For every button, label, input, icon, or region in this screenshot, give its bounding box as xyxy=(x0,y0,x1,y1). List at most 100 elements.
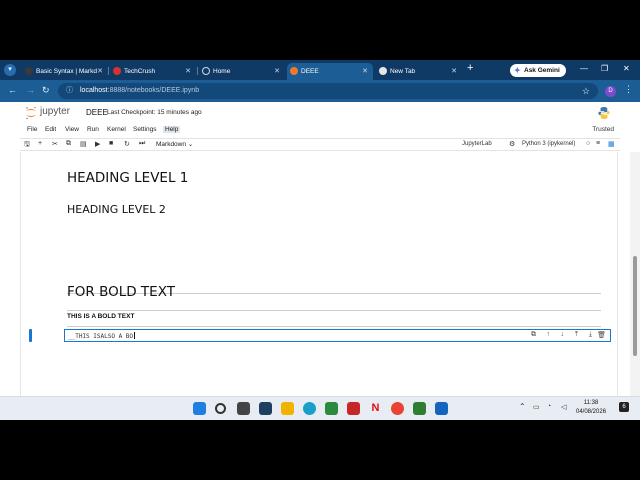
menu-help[interactable]: Help xyxy=(163,126,181,133)
close-icon[interactable]: ✕ xyxy=(362,63,368,80)
bold-paragraph: THIS IS A BOLD TEXT xyxy=(67,313,135,320)
close-window-button[interactable]: ✕ xyxy=(623,64,630,73)
wifi-icon[interactable]: ◔ xyxy=(547,403,551,410)
cut-icon[interactable]: ✂ xyxy=(52,140,58,148)
jupyter-menubar: File Edit View Run Kernel Settings Help … xyxy=(0,124,640,137)
notebook-toolbar: 🖫 + ✂ ⧉ ▤ ▶ ■ ↻ ⏭ Markdown ⌄ JupyterLab … xyxy=(20,138,620,151)
scrollbar-thumb[interactable] xyxy=(633,256,637,356)
insert-below-icon[interactable]: ⤓ xyxy=(589,331,592,339)
network-icon[interactable]: ▭ xyxy=(533,403,540,411)
close-icon[interactable]: ✕ xyxy=(451,63,457,80)
tab-home[interactable]: Home ✕ xyxy=(199,63,285,80)
time-text: 11:38 xyxy=(583,400,599,406)
delete-cell-icon[interactable]: 🗑 xyxy=(597,331,606,339)
tab-basic-syntax[interactable]: Basic Syntax | Markd ✕ xyxy=(22,63,108,80)
close-icon[interactable]: ✕ xyxy=(97,63,103,80)
menu-file[interactable]: File xyxy=(25,126,39,133)
ask-gemini-button[interactable]: ✦ Ask Gemini xyxy=(510,64,566,77)
list-icon[interactable]: ≡ xyxy=(596,140,600,147)
markdown-heading-bold-text: FOR BOLD TEXT xyxy=(67,284,175,300)
kernel-name[interactable]: Python 3 (ipykernel) xyxy=(522,141,575,147)
add-cell-icon[interactable]: + xyxy=(38,140,42,147)
notification-icon[interactable]: 6 xyxy=(619,402,629,412)
menu-kernel[interactable]: Kernel xyxy=(105,126,128,133)
insert-above-icon[interactable]: ⤒ xyxy=(575,331,578,339)
wps-office-icon[interactable] xyxy=(347,402,360,415)
task-view-icon[interactable] xyxy=(237,402,250,415)
store-icon[interactable] xyxy=(325,402,338,415)
browser-menu-icon[interactable]: ⋮ xyxy=(624,84,633,95)
cell-editor-text[interactable]: __THIS ISALSO A BO xyxy=(68,332,136,340)
app-icon[interactable] xyxy=(413,402,426,415)
stop-icon[interactable]: ■ xyxy=(109,140,113,147)
horizontal-rule xyxy=(67,326,601,327)
notebook-name[interactable]: DEEE xyxy=(86,108,108,117)
chrome-icon xyxy=(379,67,387,75)
close-icon[interactable]: ✕ xyxy=(274,63,280,80)
save-icon[interactable]: 🖫 xyxy=(24,140,30,151)
checkpoint-status: Last Checkpoint: 15 minutes ago xyxy=(107,109,202,116)
chevron-up-icon[interactable]: ⌃ xyxy=(519,402,526,411)
active-cell-indicator xyxy=(29,329,32,342)
netflix-icon[interactable]: N xyxy=(369,402,382,415)
menu-view[interactable]: View xyxy=(63,126,81,133)
trusted-indicator[interactable]: Trusted xyxy=(592,126,614,133)
notebook-area: HEADING LEVEL 1 HEADING LEVEL 2 FOR BOLD… xyxy=(20,152,618,420)
copy-icon[interactable]: ⧉ xyxy=(66,140,71,148)
taskbar-clock[interactable]: 11:38 04/08/2026 xyxy=(576,399,606,417)
paste-icon[interactable]: ▤ xyxy=(80,140,87,148)
forward-button[interactable]: → xyxy=(26,85,35,95)
widgets-icon[interactable] xyxy=(259,402,272,415)
address-bar[interactable]: ⓘ localhost:8888/notebooks/DEEE.ipynb ☆ xyxy=(58,83,598,99)
chrome-taskbar-icon[interactable] xyxy=(391,402,404,415)
kernel-status-icon: ○ xyxy=(586,140,591,147)
close-icon[interactable]: ✕ xyxy=(185,63,191,80)
reload-button[interactable]: ↻ xyxy=(42,85,50,96)
back-button[interactable]: ← xyxy=(8,85,17,95)
windows-start-icon[interactable] xyxy=(193,402,206,415)
fast-forward-icon[interactable]: ⏭ xyxy=(139,140,145,148)
table-of-contents-icon[interactable]: ▦ xyxy=(608,140,615,148)
chevron-down-icon: ⌄ xyxy=(187,141,194,148)
menu-run[interactable]: Run xyxy=(85,126,101,133)
move-up-icon[interactable]: ↑ xyxy=(547,331,551,338)
tab-divider xyxy=(197,67,198,75)
markdown-guide-icon xyxy=(25,67,33,75)
tab-label: Basic Syntax | Markd xyxy=(36,68,97,75)
tab-search-button[interactable]: ▾ xyxy=(4,64,16,76)
tab-label: New Tab xyxy=(390,68,416,75)
jupyter-logo-icon[interactable] xyxy=(24,106,38,120)
new-tab-button[interactable]: + xyxy=(467,62,473,74)
profile-avatar[interactable]: D xyxy=(605,86,616,97)
bookmark-star-icon[interactable]: ☆ xyxy=(582,83,590,99)
tab-techcrush[interactable]: TechCrush ✕ xyxy=(110,63,196,80)
site-info-icon[interactable]: ⓘ xyxy=(66,83,73,99)
markdown-heading-1: HEADING LEVEL 1 xyxy=(67,170,189,186)
page-scrollbar[interactable] xyxy=(630,152,640,396)
cell-type-select[interactable]: Markdown ⌄ xyxy=(156,140,193,148)
python-logo-icon xyxy=(598,107,610,119)
jupyterlab-link[interactable]: JupyterLab xyxy=(462,141,492,147)
run-icon[interactable]: ▶ xyxy=(95,140,100,148)
move-down-icon[interactable]: ↓ xyxy=(561,331,565,338)
duplicate-cell-icon[interactable]: ⧉ xyxy=(531,331,536,339)
restart-icon[interactable]: ↻ xyxy=(124,140,130,148)
jupyter-icon xyxy=(290,67,298,75)
editing-cell[interactable]: __THIS ISALSO A BO ⧉ ↑ ↓ ⤒ ⤓ 🗑 xyxy=(64,329,611,342)
menu-edit[interactable]: Edit xyxy=(43,126,58,133)
restore-button[interactable]: ❐ xyxy=(601,64,608,73)
jupyter-loading-icon xyxy=(202,67,210,75)
cell-type-value: Markdown xyxy=(156,141,186,148)
edge-icon[interactable] xyxy=(303,402,316,415)
tab-new-tab[interactable]: New Tab ✕ xyxy=(376,63,462,80)
volume-icon[interactable]: ◁ xyxy=(561,403,566,411)
minimize-button[interactable]: — xyxy=(580,64,588,73)
search-icon[interactable] xyxy=(215,403,226,414)
file-explorer-icon[interactable] xyxy=(281,402,294,415)
ask-gemini-label: Ask Gemini xyxy=(524,67,560,74)
gear-icon[interactable]: ⚙ xyxy=(509,140,515,148)
photos-icon[interactable] xyxy=(435,402,448,415)
jupyter-header: jupyter DEEE Last Checkpoint: 15 minutes… xyxy=(0,102,640,124)
tab-deee[interactable]: DEEE ✕ xyxy=(287,63,373,80)
menu-settings[interactable]: Settings xyxy=(131,126,159,133)
